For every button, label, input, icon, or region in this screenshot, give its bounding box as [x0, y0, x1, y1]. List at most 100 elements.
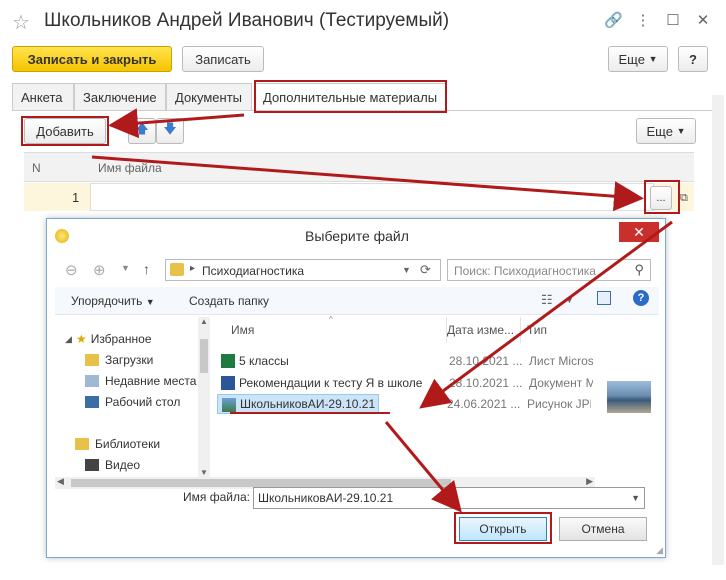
cancel-button[interactable]: Отмена [559, 517, 647, 541]
nav-downloads-label: Загрузки [105, 353, 154, 367]
organize-label: Упорядочить [71, 294, 143, 308]
tab-additional-materials[interactable]: Дополнительные материалы [254, 83, 446, 111]
open-external-icon[interactable]: ⧉ [680, 192, 688, 205]
tab-documents[interactable]: Документы [166, 83, 252, 111]
hscroll-thumb[interactable] [71, 479, 451, 487]
view-icon[interactable]: ☷ [541, 292, 553, 308]
nav-desktop-label: Рабочий стол [105, 395, 181, 409]
preview-thumbnail [607, 381, 651, 413]
nav-recent[interactable]: Недавние места [85, 371, 196, 391]
scroll-left-icon[interactable]: ◀ [57, 476, 64, 487]
file-name: Рекомендации к тесту Я в школе [239, 376, 423, 390]
sub-more-button[interactable]: Еще ▼ [636, 118, 696, 144]
sub-more-label: Еще [646, 123, 673, 139]
col-n: N [32, 161, 41, 175]
close-icon[interactable]: ✕ [694, 11, 712, 29]
preview-pane-icon[interactable] [597, 291, 611, 305]
search-placeholder: Поиск: Психодиагностика [454, 264, 596, 278]
col-type[interactable]: Тип [521, 317, 595, 343]
up-icon[interactable]: ↑ [143, 261, 150, 277]
scroll-down-icon[interactable]: ▼ [200, 468, 208, 477]
image-icon [222, 398, 236, 412]
col-date[interactable]: Дата изме... [441, 317, 521, 343]
file-row[interactable]: Рекомендации к тесту Я в школе 28.10.202… [217, 373, 593, 393]
file-row-details[interactable]: 24.06.2021 ... Рисунок JPE [379, 394, 593, 414]
file-type: Рисунок JPE [527, 397, 591, 411]
open-button[interactable]: Открыть [459, 517, 547, 541]
file-type: Документ M [529, 376, 593, 390]
sort-asc-icon: ^ [329, 315, 333, 324]
nav-libraries[interactable]: Библиотеки [75, 434, 160, 454]
save-close-button[interactable]: Записать и закрыть [12, 46, 172, 72]
forward-icon[interactable]: ⊕ [93, 261, 106, 279]
scroll-up-icon[interactable]: ▲ [200, 317, 208, 326]
star-icon[interactable]: ☆ [12, 10, 30, 35]
organize-button[interactable]: Упорядочить ▼ [71, 294, 155, 308]
downloads-icon [85, 354, 99, 366]
address-dropdown-icon[interactable]: ▼ [402, 265, 411, 275]
dialog-titlebar: Выберите файл ✕ [47, 219, 665, 253]
more-button[interactable]: Еще ▼ [608, 46, 668, 72]
help-button[interactable]: ? [678, 46, 708, 72]
search-box[interactable]: Поиск: Психодиагностика ⚲ [447, 259, 651, 281]
nav-downloads[interactable]: Загрузки [85, 350, 153, 370]
preview-pane [597, 317, 659, 477]
link-icon[interactable]: 🔗 [604, 11, 623, 29]
search-icon[interactable]: ⚲ [634, 262, 644, 278]
file-row-selected[interactable]: ШкольниковАИ-29.10.21 [217, 394, 379, 414]
filename-value: ШкольниковАИ-29.10.21 [258, 491, 394, 505]
view-dropdown-icon[interactable]: ▼ [565, 295, 574, 305]
address-text: Психодиагностика [202, 264, 305, 278]
filename-input[interactable]: ШкольниковАИ-29.10.21 ▼ [253, 487, 645, 509]
nav-recent-label: Недавние места [105, 374, 197, 388]
select-file-button[interactable]: ... [650, 186, 672, 210]
save-button[interactable]: Записать [182, 46, 264, 72]
folder-icon [170, 263, 184, 276]
nav-video[interactable]: Видео [85, 455, 140, 475]
scroll-thumb[interactable] [200, 339, 208, 373]
resize-grip-icon[interactable]: ◢ [656, 545, 663, 556]
file-name: ШкольниковАИ-29.10.21 [240, 397, 376, 411]
nav-libraries-label: Библиотеки [95, 437, 161, 451]
move-up-button[interactable]: 🡅 [128, 118, 156, 144]
recent-icon [85, 375, 99, 387]
col-name[interactable]: Имя [225, 317, 447, 343]
refresh-icon[interactable]: ⟳ [420, 262, 431, 278]
help-icon[interactable]: ? [633, 290, 649, 306]
file-dialog: Выберите файл ✕ ⊖ ⊕ ▼ ↑ ▸ Психодиагности… [46, 218, 666, 558]
maximize-icon[interactable]: ☐ [664, 11, 682, 29]
move-down-button[interactable]: 🡇 [156, 118, 184, 144]
tab-anketa[interactable]: Анкета [12, 83, 74, 111]
menu-icon[interactable]: ⋮ [634, 11, 652, 29]
history-dropdown-icon[interactable]: ▼ [121, 263, 130, 273]
file-list: Имя ^ Дата изме... Тип 5 классы 28.10.20… [215, 315, 595, 477]
caret-down-icon: ▼ [648, 54, 658, 64]
filename-cell[interactable] [90, 183, 654, 211]
libraries-icon [75, 438, 89, 450]
file-name: 5 классы [239, 354, 289, 368]
row-number: 1 [72, 190, 80, 205]
address-bar[interactable]: ▸ Психодиагностика ▼ ⟳ [165, 259, 441, 281]
nav-video-label: Видео [105, 458, 141, 472]
tab-conclusion[interactable]: Заключение [74, 83, 166, 111]
back-icon[interactable]: ⊖ [65, 261, 78, 279]
scroll-right-icon[interactable]: ▶ [586, 476, 593, 487]
nav-desktop[interactable]: Рабочий стол [85, 392, 180, 412]
file-row[interactable]: 5 классы 28.10.2021 ... Лист Micros [217, 351, 593, 371]
arrow-down-icon: 🡇 [163, 121, 177, 136]
nav-favorites[interactable]: ◢ ★ Избранное [65, 329, 152, 349]
page-scrollbar[interactable] [712, 95, 724, 565]
window-title: Школьников Андрей Иванович (Тестируемый) [44, 10, 450, 31]
filename-dropdown-icon[interactable]: ▼ [631, 493, 640, 503]
new-folder-button[interactable]: Создать папку [189, 294, 269, 308]
add-button[interactable]: Добавить [24, 118, 106, 144]
filename-label: Имя файла: [183, 490, 250, 504]
expand-icon: ◢ [65, 333, 72, 344]
nav-scrollbar[interactable]: ▲ ▼ [198, 317, 210, 477]
dialog-close-button[interactable]: ✕ [619, 222, 659, 242]
excel-icon [221, 354, 235, 368]
desktop-icon [85, 396, 99, 408]
tabs-divider [12, 110, 712, 111]
table-row[interactable]: 1 [24, 183, 694, 211]
arrow-up-icon: 🡅 [135, 121, 149, 136]
